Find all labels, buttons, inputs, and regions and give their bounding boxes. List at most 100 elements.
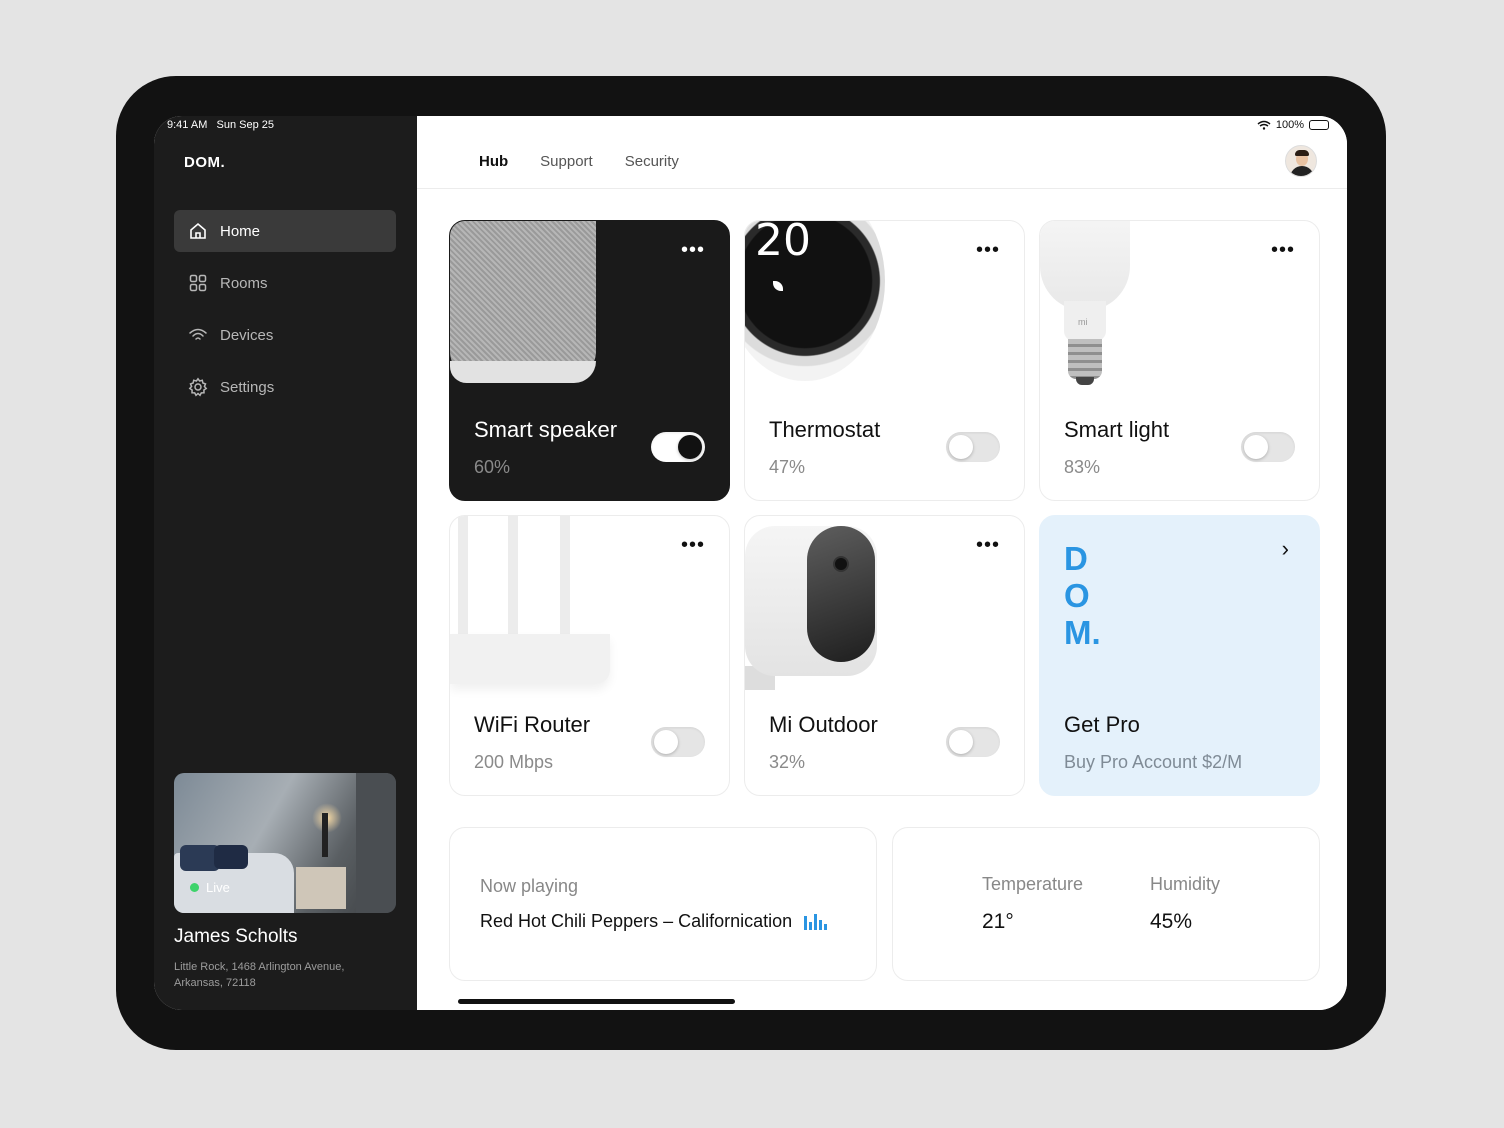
camera-lamp	[322, 813, 328, 857]
thermostat-image: 20	[745, 220, 885, 381]
now-playing-panel[interactable]: Now playing Red Hot Chili Peppers – Cali…	[449, 827, 877, 981]
sidebar-item-label: Settings	[220, 378, 275, 396]
climate-panel: Temperature 21° Humidity 45%	[892, 827, 1320, 981]
more-options-icon[interactable]: •••	[976, 240, 1000, 260]
avatar-hair	[1295, 150, 1309, 156]
status-date: Sun Sep 25	[216, 119, 275, 131]
device-name: Mi Outdoor	[769, 712, 878, 737]
device-value: 83%	[1064, 457, 1101, 477]
device-card-wifi-router[interactable]: ••• WiFi Router 200 Mbps	[449, 515, 730, 796]
sidebar-item-settings[interactable]: Settings	[174, 366, 396, 408]
pro-logo-line: M.	[1064, 614, 1101, 651]
bulb-image	[1040, 221, 1130, 311]
sidebar-item-devices[interactable]: Devices	[174, 314, 396, 356]
wifi-icon	[189, 328, 207, 340]
device-value: 200 Mbps	[474, 752, 554, 772]
temperature-value: 21°	[982, 910, 1014, 933]
promo-card-get-pro[interactable]: D O M. › Get Pro Buy Pro Account $2/M	[1039, 515, 1320, 796]
device-card-mi-outdoor[interactable]: ••• Mi Outdoor 32%	[744, 515, 1025, 796]
more-options-icon[interactable]: •••	[976, 535, 1000, 555]
promo-title: Get Pro	[1064, 712, 1140, 737]
sidebar-item-label: Rooms	[220, 274, 268, 292]
bulb-brand-logo: mi	[1078, 317, 1088, 327]
device-value: 32%	[769, 752, 806, 772]
router-image	[450, 634, 610, 684]
promo-subtitle: Buy Pro Account $2/M	[1064, 752, 1243, 772]
avatar-body	[1290, 166, 1314, 176]
gear-icon	[188, 377, 208, 397]
live-dot-icon	[190, 883, 199, 892]
grid-icon	[189, 274, 207, 292]
user-name: James Scholts	[174, 926, 298, 947]
tab-support[interactable]: Support	[540, 153, 593, 170]
chevron-right-icon[interactable]: ›	[1282, 536, 1289, 562]
tab-hub[interactable]: Hub	[479, 153, 508, 170]
avatar[interactable]	[1285, 145, 1317, 177]
sidebar-item-label: Devices	[220, 326, 274, 344]
main-content: 100% Hub Support Security ••• Smart spea…	[417, 116, 1347, 1010]
humidity-label: Humidity	[1150, 874, 1221, 894]
device-name: Smart light	[1064, 417, 1170, 442]
device-toggle[interactable]	[946, 432, 1000, 462]
device-name: Smart speaker	[474, 417, 618, 442]
live-label: Live	[206, 880, 230, 895]
sidebar: 9:41 AM Sun Sep 25 DOM. Home Rooms Devic…	[154, 116, 417, 1010]
temperature-label: Temperature	[982, 874, 1084, 894]
pro-logo-line: O	[1064, 577, 1090, 614]
status-indicators: 100%	[1257, 119, 1329, 131]
sidebar-item-rooms[interactable]: Rooms	[174, 262, 396, 304]
more-options-icon[interactable]: •••	[681, 535, 705, 555]
home-icon	[190, 222, 206, 239]
brand-logo[interactable]: DOM.	[184, 154, 225, 171]
camera-nightstand	[296, 867, 346, 909]
camera-face	[807, 526, 875, 662]
bulb-screw	[1068, 339, 1102, 379]
sidebar-nav: Home Rooms Devices Settings	[174, 210, 396, 418]
device-card-thermostat[interactable]: 20 ••• Thermostat 47%	[744, 220, 1025, 501]
top-tabs: Hub Support Security	[479, 153, 679, 170]
home-indicator[interactable]	[458, 999, 735, 1004]
camera-lens	[833, 556, 849, 572]
device-toggle[interactable]	[651, 432, 705, 462]
tablet-screen: 9:41 AM Sun Sep 25 DOM. Home Rooms Devic…	[154, 116, 1347, 1010]
pro-logo: D O M.	[1064, 540, 1124, 651]
humidity-value: 45%	[1150, 910, 1193, 933]
sidebar-item-label: Home	[220, 222, 261, 240]
header-divider	[417, 188, 1347, 189]
device-card-smart-light[interactable]: mi ••• Smart light 83%	[1039, 220, 1320, 501]
speaker-image	[450, 221, 596, 381]
device-toggle[interactable]	[651, 727, 705, 757]
battery-percent: 100%	[1275, 119, 1304, 131]
status-time: 9:41 AM	[167, 119, 208, 131]
thermostat-display: 20	[755, 220, 811, 266]
router-antenna	[458, 516, 468, 640]
device-toggle[interactable]	[946, 727, 1000, 757]
equalizer-icon	[804, 913, 828, 930]
sidebar-item-home[interactable]: Home	[174, 210, 396, 252]
pro-logo-line: D	[1064, 540, 1088, 577]
device-name: Thermostat	[769, 417, 881, 442]
leaf-icon	[773, 281, 783, 291]
now-playing-song: Red Hot Chili Peppers – Californication	[480, 911, 828, 932]
router-antenna	[560, 516, 570, 640]
more-options-icon[interactable]: •••	[1271, 240, 1295, 260]
device-name: WiFi Router	[474, 712, 591, 737]
camera-wall	[356, 773, 396, 913]
router-antenna	[508, 516, 518, 640]
wifi-status-icon	[1257, 120, 1271, 130]
live-badge: Live	[190, 880, 230, 895]
speaker-base	[450, 361, 596, 383]
battery-icon	[1309, 120, 1329, 130]
device-value: 47%	[769, 457, 806, 477]
bulb-tip	[1076, 377, 1094, 385]
now-playing-label: Now playing	[480, 876, 579, 896]
room-camera-feed[interactable]: Live	[174, 773, 396, 913]
user-address: Little Rock, 1468 Arlington Avenue, Arka…	[174, 961, 345, 989]
song-title: Red Hot Chili Peppers – Californication	[480, 911, 793, 931]
tab-security[interactable]: Security	[625, 153, 679, 170]
camera-pillow	[214, 845, 248, 869]
more-options-icon[interactable]: •••	[681, 240, 705, 260]
device-card-smart-speaker[interactable]: ••• Smart speaker 60%	[449, 220, 730, 501]
device-toggle[interactable]	[1241, 432, 1295, 462]
device-value: 60%	[474, 457, 511, 477]
